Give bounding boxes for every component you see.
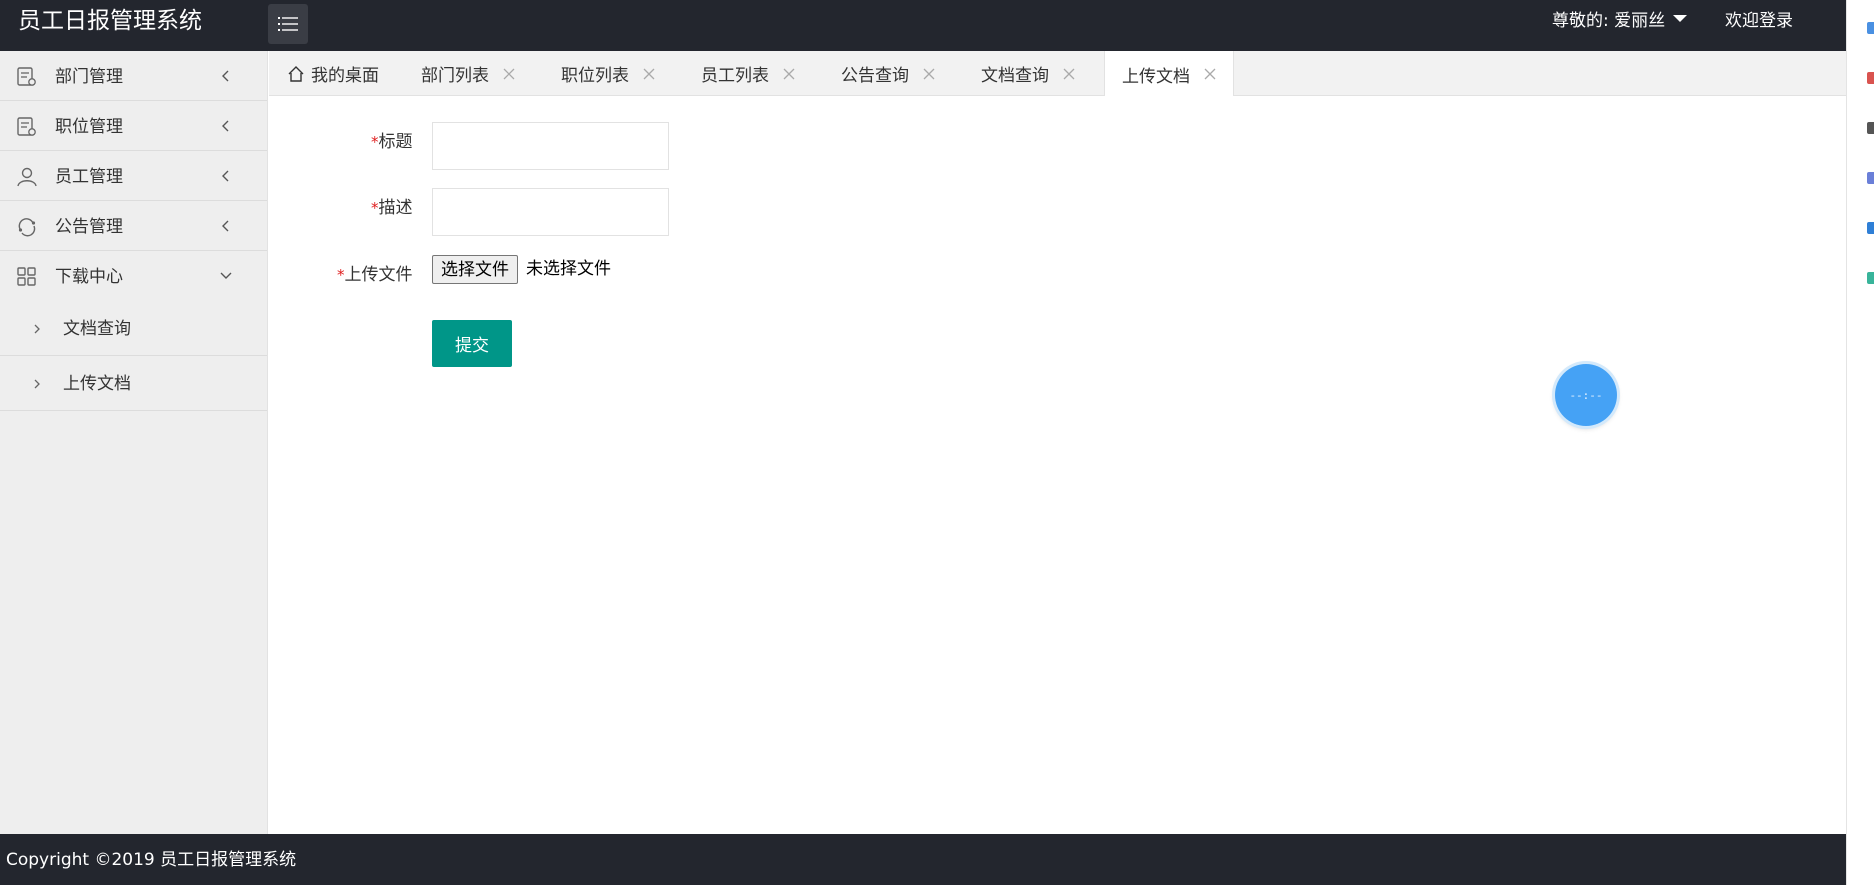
app-title: 员工日报管理系统 bbox=[18, 8, 202, 34]
user-greeting: 尊敬的: 爱丽丝 bbox=[1552, 11, 1666, 31]
close-icon[interactable] bbox=[643, 68, 655, 80]
tab-label: 文档查询 bbox=[981, 66, 1049, 86]
sidebar: 部门管理 职位管理 员工管理 公告管理 下载中心 文档查询 上传文档 bbox=[0, 51, 268, 834]
sidebar-subitem-label: 文档查询 bbox=[63, 319, 131, 339]
close-icon[interactable] bbox=[1063, 68, 1075, 80]
grid-icon bbox=[17, 267, 36, 286]
main-content: *标题 *描述 *上传文件 选择文件 未选择文件 提交 bbox=[269, 96, 1846, 834]
title-input[interactable] bbox=[432, 122, 669, 170]
tab-employee-list[interactable]: 员工列表 bbox=[701, 51, 795, 96]
chevron-right-icon bbox=[34, 379, 40, 389]
sidebar-item-label: 下载中心 bbox=[55, 267, 123, 287]
close-icon[interactable] bbox=[923, 68, 935, 80]
tab-position-list[interactable]: 职位列表 bbox=[561, 51, 655, 96]
clock-text: --:-- bbox=[1569, 388, 1603, 402]
tab-upload-document[interactable]: 上传文档 bbox=[1104, 51, 1234, 97]
title-label: *标题 bbox=[371, 131, 413, 153]
menu-toggle-button[interactable] bbox=[268, 4, 308, 44]
extension-icon[interactable] bbox=[1867, 122, 1874, 134]
submit-button[interactable]: 提交 bbox=[432, 320, 512, 367]
required-mark: * bbox=[371, 199, 379, 217]
sidebar-subitem-label: 上传文档 bbox=[63, 374, 131, 394]
list-icon bbox=[278, 17, 298, 31]
sidebar-item-employee[interactable]: 员工管理 bbox=[0, 151, 267, 201]
close-icon[interactable] bbox=[783, 68, 795, 80]
tab-document-query[interactable]: 文档查询 bbox=[981, 51, 1075, 96]
user-icon bbox=[17, 167, 37, 187]
sidebar-item-position[interactable]: 职位管理 bbox=[0, 101, 267, 151]
tab-my-desktop[interactable]: 我的桌面 bbox=[287, 51, 379, 96]
tab-department-list[interactable]: 部门列表 bbox=[421, 51, 515, 96]
extension-icon[interactable] bbox=[1867, 272, 1874, 284]
extension-icon[interactable] bbox=[1867, 72, 1874, 84]
extension-icon[interactable] bbox=[1867, 222, 1874, 234]
tab-label: 上传文档 bbox=[1122, 66, 1190, 87]
sidebar-item-label: 员工管理 bbox=[55, 167, 123, 187]
chevron-left-icon bbox=[222, 70, 229, 82]
home-icon bbox=[288, 65, 304, 82]
description-label: *描述 bbox=[371, 197, 413, 219]
close-icon[interactable] bbox=[503, 68, 515, 80]
tab-label: 我的桌面 bbox=[311, 66, 379, 86]
chevron-left-icon bbox=[222, 170, 229, 182]
choose-file-button[interactable]: 选择文件 bbox=[432, 255, 518, 284]
description-input[interactable] bbox=[432, 188, 669, 236]
sidebar-item-label: 部门管理 bbox=[55, 67, 123, 87]
tab-announcement-query[interactable]: 公告查询 bbox=[841, 51, 935, 96]
footer: Copyright ©2019 员工日报管理系统 bbox=[0, 834, 1846, 885]
title-label-text: 标题 bbox=[378, 132, 413, 152]
sidebar-item-label: 职位管理 bbox=[55, 117, 123, 137]
sidebar-subitem-document-query[interactable]: 文档查询 bbox=[0, 301, 267, 356]
chevron-left-icon bbox=[222, 120, 229, 132]
chevron-left-icon bbox=[222, 220, 229, 232]
sidebar-item-download-center[interactable]: 下载中心 bbox=[0, 251, 267, 301]
extension-icon[interactable] bbox=[1867, 172, 1874, 184]
file-status-text: 未选择文件 bbox=[526, 259, 611, 279]
refresh-circle-icon bbox=[18, 218, 36, 237]
floating-clock-widget[interactable]: --:-- bbox=[1555, 364, 1617, 426]
sidebar-subitem-upload-document[interactable]: 上传文档 bbox=[0, 356, 267, 411]
chevron-right-icon bbox=[34, 324, 40, 334]
required-mark: * bbox=[337, 266, 345, 284]
copyright-text: Copyright ©2019 员工日报管理系统 bbox=[6, 850, 297, 870]
tab-label: 公告查询 bbox=[841, 66, 909, 86]
sidebar-item-label: 公告管理 bbox=[55, 217, 123, 237]
tab-bar: 我的桌面 部门列表 职位列表 员工列表 公告查询 文档查询 上传文档 bbox=[269, 51, 1846, 97]
description-label-text: 描述 bbox=[378, 198, 413, 218]
tab-label: 员工列表 bbox=[701, 66, 769, 86]
user-dropdown[interactable]: 尊敬的: 爱丽丝 bbox=[1552, 10, 1688, 32]
required-mark: * bbox=[371, 133, 379, 151]
top-header: 员工日报管理系统 尊敬的: 爱丽丝 欢迎登录 bbox=[0, 0, 1846, 51]
close-icon[interactable] bbox=[1204, 68, 1216, 80]
upload-file-label-text: 上传文件 bbox=[344, 265, 413, 285]
caret-down-icon bbox=[1673, 14, 1688, 22]
upload-file-label: *上传文件 bbox=[337, 264, 413, 286]
browser-side-strip bbox=[1846, 0, 1874, 885]
extension-icon[interactable] bbox=[1867, 22, 1874, 34]
document-icon bbox=[17, 117, 36, 136]
tab-label: 职位列表 bbox=[561, 66, 629, 86]
sidebar-item-announcement[interactable]: 公告管理 bbox=[0, 201, 267, 251]
chevron-down-icon bbox=[220, 272, 232, 279]
sidebar-item-department[interactable]: 部门管理 bbox=[0, 51, 267, 101]
document-icon bbox=[17, 67, 36, 86]
login-link[interactable]: 欢迎登录 bbox=[1725, 10, 1793, 32]
tab-label: 部门列表 bbox=[421, 66, 489, 86]
